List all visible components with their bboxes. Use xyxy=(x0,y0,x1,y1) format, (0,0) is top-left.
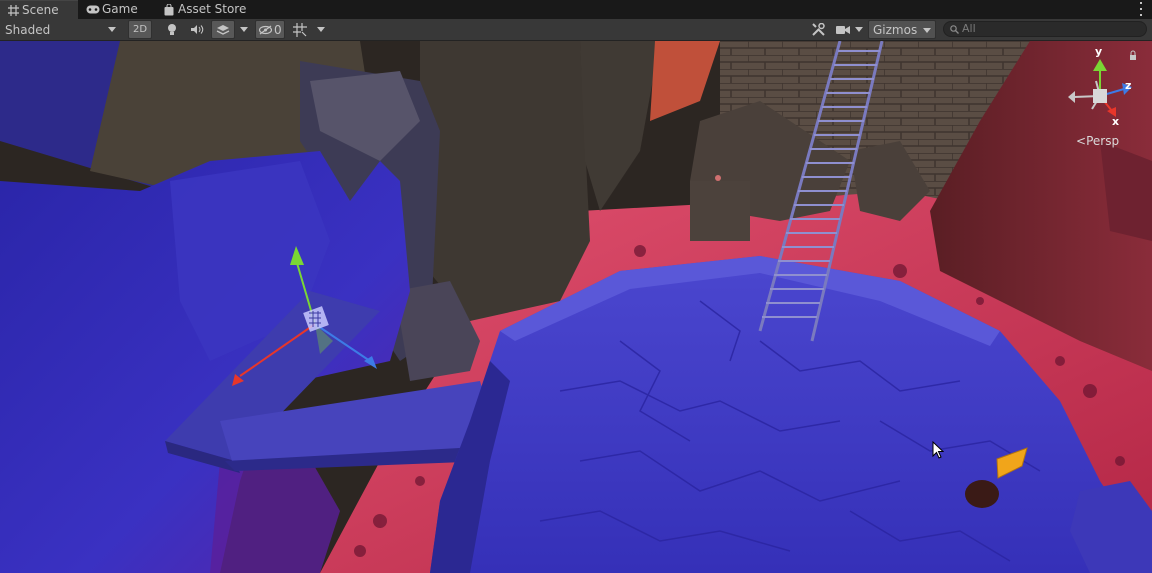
effects-toggle-button[interactable] xyxy=(211,20,235,39)
scene-toolbar: Shaded 2D 0 Gizmos All xyxy=(0,19,1152,41)
eye-slash-icon xyxy=(259,25,272,34)
gizmo-y-label: y xyxy=(1095,45,1103,58)
camera-settings-button[interactable] xyxy=(832,20,866,39)
layers-icon xyxy=(216,24,230,35)
scene-viewport[interactable]: y z x <Persp xyxy=(0,41,1152,573)
2d-toggle-button[interactable]: 2D xyxy=(128,20,152,39)
hierarchy-search-input[interactable]: All xyxy=(943,21,1147,37)
2d-toggle-label: 2D xyxy=(132,24,148,35)
tab-asset-store[interactable]: Asset Store xyxy=(156,0,256,19)
tab-game-label: Game xyxy=(102,2,138,16)
shopping-bag-icon xyxy=(162,0,176,19)
projection-label: Persp xyxy=(1086,134,1120,148)
draw-mode-label: Shaded xyxy=(5,22,51,37)
lighting-toggle-button[interactable] xyxy=(162,20,182,39)
scene-render xyxy=(0,41,1152,573)
scene-visibility-button[interactable]: 0 xyxy=(255,20,285,39)
audio-toggle-button[interactable] xyxy=(186,20,208,39)
chevron-down-icon xyxy=(240,27,248,32)
tools-button[interactable] xyxy=(807,20,829,39)
draw-mode-dropdown[interactable]: Shaded xyxy=(0,20,122,39)
chevron-down-icon xyxy=(923,28,931,33)
lock-icon[interactable] xyxy=(1128,51,1138,63)
hidden-objects-count: 0 xyxy=(274,22,282,37)
camera-icon xyxy=(836,25,850,34)
grid-snap-icon xyxy=(293,22,307,37)
grid-icon xyxy=(6,1,20,20)
tab-scene[interactable]: Scene xyxy=(0,0,78,19)
projection-toggle[interactable]: <Persp xyxy=(1076,134,1119,148)
search-icon xyxy=(950,25,959,34)
perspective-icon: < xyxy=(1076,134,1087,148)
gizmos-label: Gizmos xyxy=(873,22,918,37)
more-options-icon[interactable] xyxy=(1138,2,1144,16)
chevron-down-icon xyxy=(317,27,325,32)
gizmos-dropdown[interactable]: Gizmos xyxy=(868,20,936,39)
search-placeholder: All xyxy=(962,22,976,35)
chevron-down-icon xyxy=(108,27,116,32)
tab-scene-label: Scene xyxy=(22,3,59,17)
editor-tab-bar: Scene Game Asset Store xyxy=(0,0,1152,19)
chevron-down-icon xyxy=(855,27,863,32)
gizmo-x-label: x xyxy=(1112,115,1120,128)
grid-toggle-button[interactable] xyxy=(290,20,310,39)
wrench-screwdriver-icon xyxy=(811,23,825,36)
lightbulb-icon xyxy=(168,24,176,35)
mouse-pointer-icon xyxy=(932,441,944,459)
gizmo-z-label: z xyxy=(1125,79,1132,92)
grid-dropdown[interactable] xyxy=(313,20,329,39)
tab-game[interactable]: Game xyxy=(80,0,158,19)
speaker-icon xyxy=(191,25,204,34)
tab-asset-store-label: Asset Store xyxy=(178,2,247,16)
effects-dropdown[interactable] xyxy=(236,20,252,39)
gamepad-icon xyxy=(86,0,100,19)
